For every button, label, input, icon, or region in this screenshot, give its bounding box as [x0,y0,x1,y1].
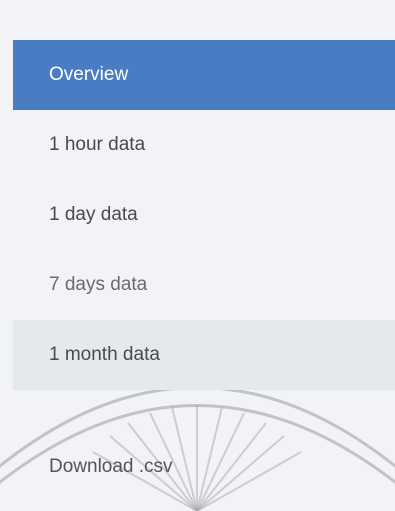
sidebar-nav: Overview 1 hour data 1 day data 7 days d… [13,40,395,502]
download-csv-link[interactable]: Download .csv [13,432,395,502]
sidebar-item-label: 1 hour data [49,134,146,155]
sidebar-item-label: 7 days data [49,274,148,295]
sidebar-item-1-month-data[interactable]: 1 month data [13,320,395,390]
sidebar-item-overview[interactable]: Overview [13,40,395,110]
sidebar-item-7-days-data[interactable]: 7 days data [13,250,395,320]
sidebar-item-label: 1 day data [49,204,138,225]
download-csv-label: Download .csv [49,456,173,477]
sidebar-item-1-day-data[interactable]: 1 day data [13,180,395,250]
sidebar-item-1-hour-data[interactable]: 1 hour data [13,110,395,180]
sidebar-item-label: 1 month data [49,344,160,365]
sidebar-item-label: Overview [49,64,129,85]
